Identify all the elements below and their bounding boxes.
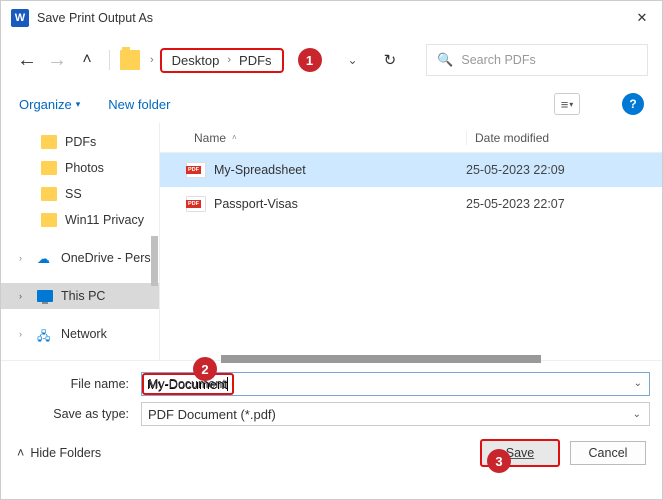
breadcrumb[interactable]: Desktop › PDFs (160, 48, 284, 73)
column-date[interactable]: Date modified (466, 131, 662, 145)
chevron-down-icon: ⌄ (633, 409, 641, 420)
search-icon: 🔍 (437, 52, 453, 68)
pdf-icon (186, 196, 206, 212)
savetype-label: Save as type: (13, 407, 133, 421)
folder-icon (120, 50, 140, 70)
up-button[interactable]: ˄ (75, 48, 99, 72)
search-input[interactable]: 🔍 Search PDFs (426, 44, 648, 76)
file-row[interactable]: Passport-Visas 25-05-2023 22:07 (160, 187, 662, 221)
chevron-icon: › (19, 329, 29, 339)
sidebar-item-ss[interactable]: SS (1, 181, 159, 207)
folder-icon (41, 213, 57, 227)
chevron-icon: › (19, 291, 29, 301)
chevron-down-icon[interactable]: ⌄ (634, 378, 642, 389)
chevron-right-icon: › (150, 54, 154, 66)
sidebar-item-photos[interactable]: Photos (1, 155, 159, 181)
window-title: Save Print Output As (37, 11, 632, 25)
sidebar-item-thispc[interactable]: ›This PC (1, 283, 159, 309)
sidebar-item-network[interactable]: ›🖧Network (1, 321, 159, 347)
chevron-icon: › (227, 54, 231, 66)
navigation-tree: PDFs Photos SS Win11 Privacy ›☁OneDrive … (1, 123, 159, 360)
help-button[interactable]: ? (622, 93, 644, 115)
file-date: 25-05-2023 22:07 (466, 197, 565, 211)
titlebar: W Save Print Output As ✕ (1, 1, 662, 35)
callout-3: 3 (487, 449, 511, 473)
column-header: Name˄ Date modified (160, 123, 662, 153)
file-list: Name˄ Date modified My-Spreadsheet 25-05… (159, 123, 662, 360)
sort-icon: ˄ (232, 133, 237, 142)
word-app-icon: W (11, 9, 29, 27)
divider (109, 50, 110, 70)
savetype-combo[interactable]: PDF Document (*.pdf) ⌄ (141, 402, 650, 426)
folder-icon (41, 161, 57, 175)
cloud-icon: ☁ (37, 251, 53, 265)
sidebar-item-pdfs[interactable]: PDFs (1, 129, 159, 155)
organize-button[interactable]: Organize▾ (19, 97, 80, 112)
network-icon: 🖧 (37, 327, 53, 341)
nav-toolbar: ← → ˄ › Desktop › PDFs 1 ⌄ ↻ 🔍 Search PD… (1, 35, 662, 85)
forward-button[interactable]: → (45, 48, 69, 72)
hide-folders-button[interactable]: ˄ Hide Folders (17, 446, 101, 460)
command-toolbar: Organize▾ New folder ≡ ▾ ? (1, 85, 662, 123)
new-folder-button[interactable]: New folder (108, 97, 170, 112)
sidebar-item-onedrive[interactable]: ›☁OneDrive - Perso (1, 245, 159, 271)
search-placeholder: Search PDFs (461, 53, 535, 67)
breadcrumb-part[interactable]: Desktop (172, 53, 220, 68)
scrollbar[interactable] (221, 355, 541, 363)
file-date: 25-05-2023 22:09 (466, 163, 565, 177)
file-name: My-Spreadsheet (214, 163, 466, 177)
chevron-up-icon: ˄ (17, 446, 24, 460)
breadcrumb-part[interactable]: PDFs (239, 53, 272, 68)
close-icon[interactable]: ✕ (632, 10, 652, 26)
pdf-icon (186, 162, 206, 178)
refresh-icon[interactable]: ↻ (384, 51, 397, 69)
cancel-button[interactable]: Cancel (570, 441, 646, 465)
file-row[interactable]: My-Spreadsheet 25-05-2023 22:09 (160, 153, 662, 187)
file-name: Passport-Visas (214, 197, 466, 211)
chevron-icon: › (19, 253, 29, 263)
folder-icon (41, 135, 57, 149)
callout-2: 2 (193, 357, 217, 381)
pc-icon (37, 290, 53, 302)
callout-1: 1 (298, 48, 322, 72)
scrollbar[interactable] (151, 236, 158, 286)
view-options-button[interactable]: ≡ ▾ (554, 93, 580, 115)
folder-icon (41, 187, 57, 201)
sidebar-item-win11[interactable]: Win11 Privacy (1, 207, 159, 233)
filename-label: File name: (13, 377, 133, 391)
column-name[interactable]: Name˄ (160, 131, 466, 145)
back-button[interactable]: ← (15, 48, 39, 72)
chevron-down-icon[interactable]: ⌄ (348, 53, 358, 67)
filename-input[interactable] (141, 372, 650, 396)
